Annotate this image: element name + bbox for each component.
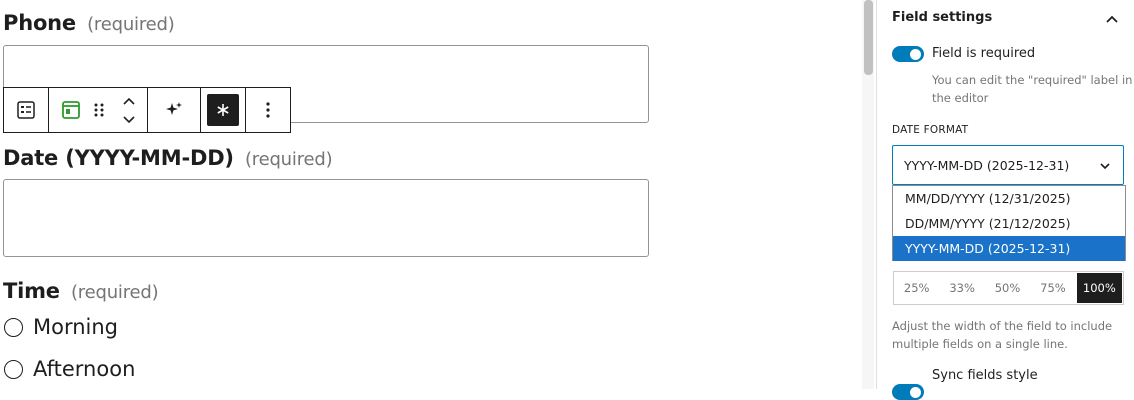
- options-group: [245, 87, 291, 133]
- chevron-down-icon[interactable]: [122, 110, 136, 129]
- width-option-100[interactable]: 100%: [1076, 273, 1123, 303]
- radio-label: Morning: [33, 315, 119, 339]
- sidebar-divider: [876, 0, 877, 389]
- form-field-icon[interactable]: [10, 94, 42, 126]
- radio-label: Afternoon: [33, 357, 136, 381]
- dropdown-option-selected[interactable]: YYYY-MM-DD (2025-12-31): [893, 236, 1125, 261]
- block-toolbar: [3, 87, 291, 133]
- width-option-75[interactable]: 75%: [1030, 272, 1075, 304]
- date-field-label: Date (YYYY-MM-DD) (required): [3, 146, 333, 170]
- date-format-dropdown: MM/DD/YYYY (12/31/2025) DD/MM/YYYY (21/1…: [892, 185, 1126, 261]
- dropdown-option[interactable]: DD/MM/YYYY (21/12/2025): [893, 211, 1125, 236]
- width-option-33[interactable]: 33%: [939, 272, 984, 304]
- phone-required-text: (required): [87, 14, 175, 35]
- ai-group: [147, 87, 201, 133]
- scrollbar-thumb[interactable]: [864, 0, 873, 75]
- sync-toggle-label: Sync fields style: [932, 368, 1038, 383]
- select-value: YYYY-MM-DD (2025-12-31): [904, 157, 1070, 173]
- radio-button[interactable]: [4, 317, 23, 337]
- required-toggle-label: Field is required: [932, 46, 1036, 61]
- width-option-50[interactable]: 50%: [985, 272, 1030, 304]
- radio-option-morning[interactable]: Morning: [4, 315, 118, 339]
- sparkle-icon[interactable]: [158, 94, 190, 126]
- help-line: the editor: [932, 91, 989, 105]
- radio-option-afternoon[interactable]: Afternoon: [4, 357, 135, 381]
- width-toggle-group: 25% 33% 50% 75% 100%: [893, 271, 1124, 305]
- date-label-text: Date (YYYY-MM-DD): [3, 146, 234, 170]
- required-group: [200, 87, 246, 133]
- date-format-select[interactable]: YYYY-MM-DD (2025-12-31): [892, 145, 1124, 185]
- required-toggle[interactable]: [892, 46, 924, 62]
- width-help-text: Adjust the width of the field to include…: [892, 317, 1112, 353]
- block-mover-group: [48, 87, 148, 133]
- date-required-text: (required): [244, 149, 333, 170]
- time-label-text: Time: [3, 279, 60, 303]
- more-vertical-icon[interactable]: [252, 94, 284, 126]
- chevron-down-icon: [1099, 158, 1111, 173]
- time-field-label: Time (required): [3, 279, 159, 303]
- field-settings-title[interactable]: Field settings: [892, 10, 992, 25]
- time-required-text: (required): [70, 282, 159, 303]
- width-option-25[interactable]: 25%: [894, 272, 939, 304]
- required-help-text: You can edit the "required" label in the…: [932, 71, 1132, 107]
- block-movers: [117, 93, 141, 127]
- phone-field-label: Phone (required): [3, 11, 175, 35]
- dropdown-option[interactable]: MM/DD/YYYY (12/31/2025): [893, 186, 1125, 211]
- help-line: You can edit the "required" label in: [932, 73, 1133, 87]
- chevron-up-icon[interactable]: [122, 91, 136, 110]
- date-format-label: Date format: [892, 124, 969, 136]
- radio-button[interactable]: [4, 359, 23, 379]
- help-line: Adjust the width of the field to include: [892, 319, 1113, 333]
- help-line: multiple fields on a single line.: [892, 337, 1068, 351]
- drag-handle-icon[interactable]: [87, 94, 111, 126]
- chevron-up-icon[interactable]: [1105, 9, 1119, 28]
- sync-toggle[interactable]: [892, 384, 924, 400]
- date-input[interactable]: [3, 179, 649, 257]
- form-block-icon[interactable]: [55, 94, 87, 126]
- block-type-group: [3, 87, 49, 133]
- phone-label-text: Phone: [3, 11, 76, 35]
- asterisk-icon[interactable]: [207, 94, 239, 126]
